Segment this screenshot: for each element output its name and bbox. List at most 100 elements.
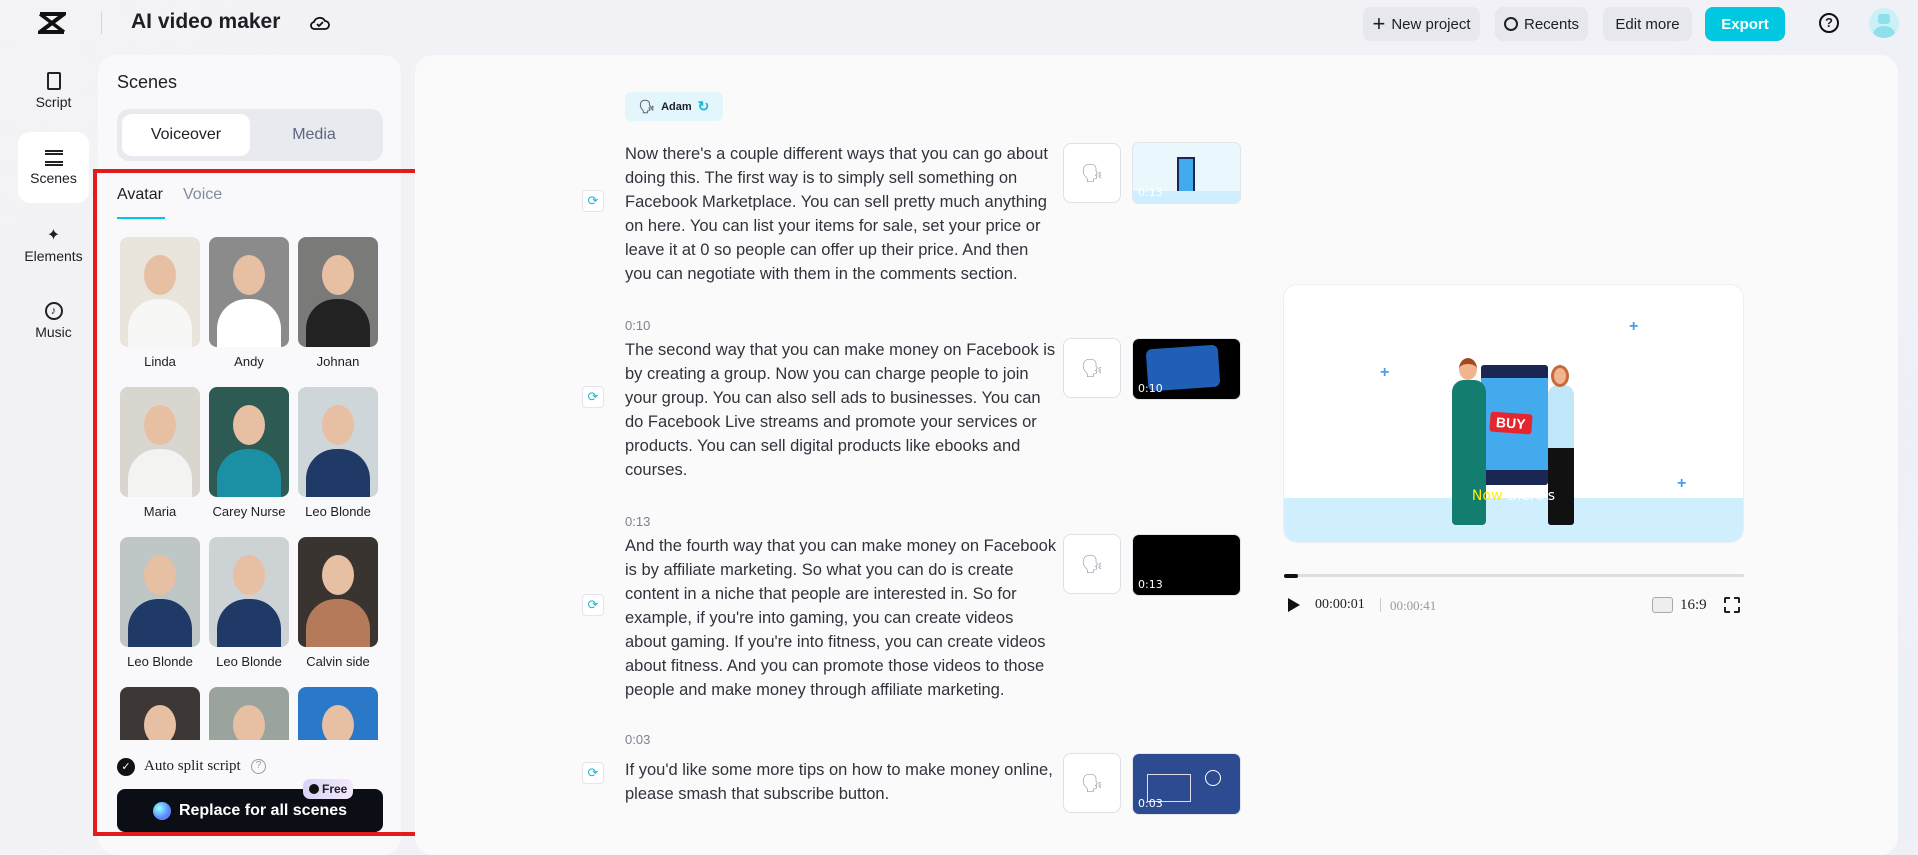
script-icon — [46, 71, 61, 90]
avatar-item[interactable] — [120, 687, 200, 740]
voiceover-media-toggle: Voiceover Media — [117, 109, 383, 161]
avatar-item[interactable]: Andy — [209, 237, 289, 369]
playback-progress[interactable] — [1284, 573, 1744, 578]
nav-script[interactable]: Script — [18, 55, 89, 126]
video-preview[interactable]: + + + BUY Now there's — [1283, 284, 1744, 543]
avatar-thumbnail — [209, 537, 289, 647]
avatar-item[interactable] — [298, 687, 378, 740]
clock-icon — [309, 784, 319, 794]
auto-split-help-icon[interactable]: ? — [251, 759, 266, 774]
scene-script-text[interactable]: Now there's a couple different ways that… — [625, 142, 1057, 286]
scene-script-text[interactable]: And the fourth way that you can make mon… — [625, 534, 1057, 702]
fullscreen-icon[interactable] — [1724, 597, 1740, 613]
avatar-thumbnail — [120, 237, 200, 347]
scene-script-text[interactable]: The second way that you can make money o… — [625, 338, 1057, 482]
avatar-thumbnail — [120, 537, 200, 647]
add-voice-button[interactable]: 🗣 — [1063, 534, 1121, 594]
help-icon[interactable]: ? — [1819, 13, 1839, 33]
cloud-saved-icon[interactable] — [309, 13, 331, 38]
scene-start-time: 0:10 — [625, 318, 651, 333]
buy-label: BUY — [1489, 411, 1533, 435]
avatar-thumbnail — [209, 237, 289, 347]
avatar-grid: Linda Andy Johnan Maria Carey Nurse Leo Blond… — [120, 237, 382, 740]
subtitle-caption: Now there's — [1471, 488, 1556, 504]
nav-elements[interactable]: ✦ Elements — [18, 210, 89, 281]
avatar-name: Leo Blonde — [127, 654, 193, 669]
avatar-thumbnail — [298, 687, 378, 740]
add-voice-button[interactable]: 🗣 — [1063, 143, 1121, 203]
tab-voice[interactable]: Voice — [183, 186, 222, 204]
avatar-name: Leo Blonde — [216, 654, 282, 669]
avatar-item[interactable]: Linda — [120, 237, 200, 369]
total-time: 00:00:41 — [1390, 598, 1437, 613]
avatar-item[interactable] — [209, 687, 289, 740]
new-project-button[interactable]: + New project — [1363, 7, 1480, 41]
nav-music[interactable]: ♪ Music — [18, 285, 89, 356]
free-badge: Free — [303, 779, 354, 799]
aspect-ratio-icon[interactable] — [1652, 597, 1673, 613]
avatar-thumbnail — [298, 387, 378, 497]
avatar-name: Calvin side — [306, 654, 370, 669]
tab-voiceover[interactable]: Voiceover — [122, 114, 250, 156]
voice-head-icon: 🗣 — [638, 98, 656, 114]
avatar-item[interactable]: Calvin side — [298, 537, 378, 669]
panel-title: Scenes — [117, 72, 178, 92]
scene-media-thumbnail[interactable]: 0:13 — [1132, 534, 1241, 596]
avatar-thumbnail — [120, 687, 200, 740]
scene-media-thumbnail[interactable]: 0:13 — [1132, 142, 1241, 204]
avatar-item[interactable]: Leo Blonde — [298, 387, 378, 519]
scenes-icon — [44, 149, 63, 166]
current-time: 00:00:01 — [1315, 597, 1365, 612]
tab-media[interactable]: Media — [250, 114, 378, 156]
auto-split-checkbox[interactable]: ✓ — [117, 758, 135, 776]
avatar-item[interactable]: Maria — [120, 387, 200, 519]
avatar-thumbnail — [209, 387, 289, 497]
scene-media-thumbnail[interactable]: 0:10 — [1132, 338, 1241, 400]
avatar-item[interactable]: Leo Blonde — [209, 537, 289, 669]
edit-more-button[interactable]: Edit more — [1603, 7, 1692, 41]
voice-head-icon: 🗣 — [1080, 553, 1104, 574]
scene-start-time: 0:13 — [625, 514, 651, 529]
avatar-name: Andy — [234, 354, 264, 369]
tab-avatar-underline — [117, 217, 165, 219]
music-icon: ♪ — [44, 301, 63, 320]
add-voice-button[interactable]: 🗣 — [1063, 753, 1121, 813]
voice-chip-adam[interactable]: 🗣 Adam ↻ — [625, 92, 723, 121]
avatar-item[interactable]: Leo Blonde — [120, 537, 200, 669]
avatar-name: Johnan — [316, 354, 360, 369]
clock-icon — [1503, 17, 1518, 31]
avatar-name: Carey Nurse — [212, 504, 286, 519]
plus-icon: + — [1372, 11, 1386, 36]
avatar-item[interactable]: Johnan — [298, 237, 378, 369]
ai-orb-icon — [152, 801, 171, 820]
avatar-name: Linda — [144, 354, 176, 369]
avatar-name: Leo Blonde — [305, 504, 371, 519]
recents-button[interactable]: Recents — [1495, 7, 1588, 41]
divider — [101, 12, 102, 34]
app-title: AI video maker — [131, 10, 281, 33]
avatar-thumbnail — [209, 687, 289, 740]
elements-sparkle-icon: ✦ — [46, 226, 61, 244]
scene-script-text[interactable]: If you'd like some more tips on how to m… — [625, 758, 1057, 806]
scene-start-time: 0:03 — [625, 732, 651, 747]
avatar-thumbnail — [298, 237, 378, 347]
aspect-ratio[interactable]: 16:9 — [1680, 597, 1707, 614]
tab-avatar[interactable]: Avatar — [117, 186, 163, 204]
regenerate-icon[interactable]: ⟳ — [582, 190, 604, 212]
regenerate-icon[interactable]: ⟳ — [582, 762, 604, 784]
nav-scenes[interactable]: Scenes — [18, 132, 89, 203]
play-button[interactable] — [1288, 598, 1300, 612]
scene-media-thumbnail[interactable]: 0:03 — [1132, 753, 1241, 815]
add-voice-button[interactable]: 🗣 — [1063, 338, 1121, 398]
time-separator — [1380, 598, 1381, 612]
regenerate-icon[interactable]: ⟳ — [582, 594, 604, 616]
voice-head-icon: 🗣 — [1080, 357, 1104, 378]
user-avatar[interactable] — [1869, 8, 1899, 38]
avatar-item[interactable]: Carey Nurse — [209, 387, 289, 519]
refresh-icon[interactable]: ↻ — [698, 98, 710, 115]
regenerate-icon[interactable]: ⟳ — [582, 386, 604, 408]
capcut-logo-icon[interactable] — [34, 11, 70, 35]
auto-split-label: Auto split script — [144, 758, 241, 774]
avatar-thumbnail — [298, 537, 378, 647]
export-button[interactable]: Export — [1705, 7, 1785, 41]
